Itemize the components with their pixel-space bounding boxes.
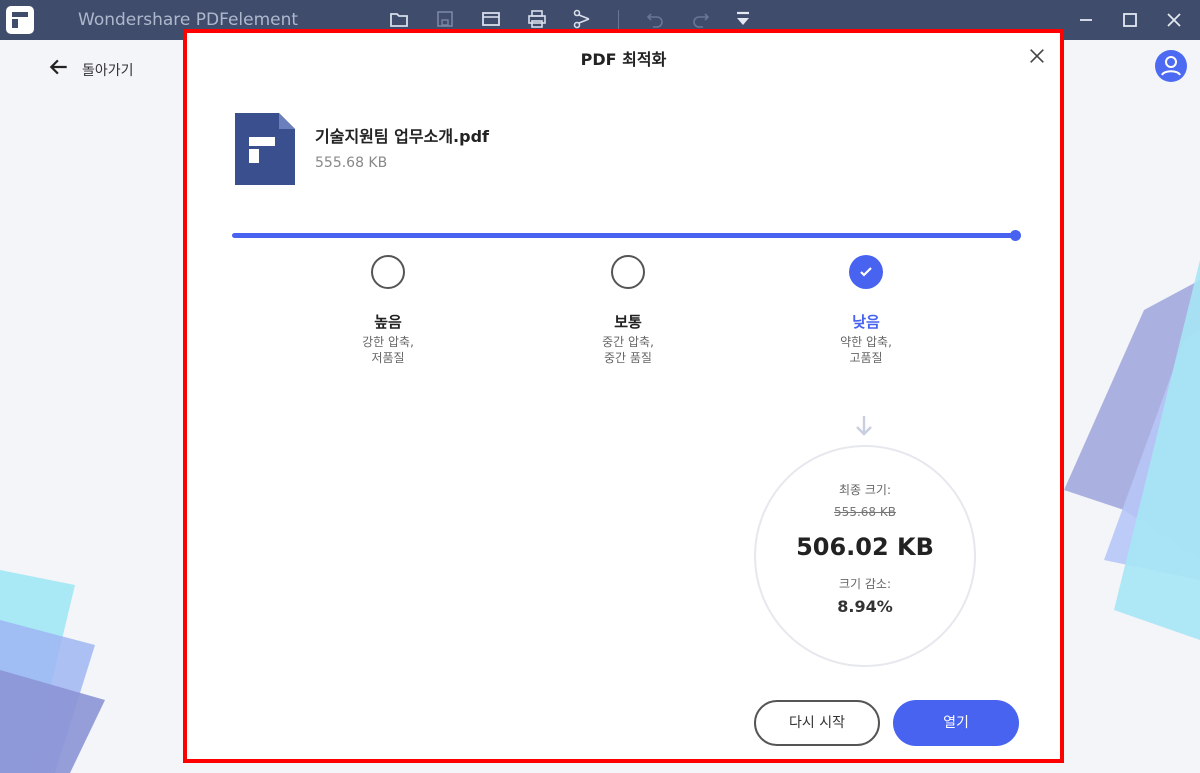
check-icon [860, 267, 872, 277]
result-summary: 최종 크기: 555.68 KB 506.02 KB 크기 감소: 8.94% [754, 445, 976, 667]
option-desc-line1: 강한 압축, [362, 335, 414, 349]
undo-icon[interactable] [644, 9, 666, 31]
share-icon[interactable] [572, 9, 594, 31]
final-size: 506.02 KB [796, 533, 934, 561]
size-reduction-label: 크기 감소: [838, 577, 892, 591]
open-button[interactable]: 열기 [893, 700, 1019, 746]
compression-slider-track[interactable] [232, 233, 1015, 238]
close-icon[interactable] [1024, 43, 1050, 69]
user-avatar-icon[interactable] [1155, 50, 1187, 82]
minimize-icon[interactable] [1072, 6, 1100, 34]
decorative-shapes-right [1064, 260, 1200, 640]
original-size: 555.68 KB [834, 505, 896, 519]
radio-high[interactable] [371, 255, 405, 289]
optimize-pdf-dialog: PDF 최적화 기술지원팀 업무소개.pdf 555.68 KB 높음 강한 압… [183, 29, 1064, 763]
app-title: Wondershare PDFelement [78, 10, 299, 30]
radio-medium[interactable] [611, 255, 645, 289]
maximize-icon[interactable] [1116, 6, 1144, 34]
back-link[interactable]: 돌아가기 [48, 56, 134, 83]
decorative-shapes-left [0, 570, 105, 773]
final-size-label: 최종 크기: [838, 483, 892, 497]
file-name: 기술지원팀 업무소개.pdf [315, 127, 489, 146]
file-size: 555.68 KB [315, 155, 388, 171]
app-logo-icon [6, 6, 34, 34]
back-label: 돌아가기 [82, 62, 134, 79]
print-icon[interactable] [526, 9, 548, 31]
window-close-icon[interactable] [1160, 6, 1188, 34]
redo-icon[interactable] [690, 9, 712, 31]
option-label: 높음 [374, 313, 402, 331]
compression-slider-handle[interactable] [1009, 230, 1021, 241]
toolbar-separator [618, 10, 619, 30]
size-reduction-percent: 8.94% [837, 597, 893, 616]
save-icon[interactable] [434, 9, 456, 31]
option-desc-line2: 저품질 [371, 351, 405, 365]
mail-icon[interactable] [480, 9, 502, 31]
radio-low-checked[interactable] [849, 255, 883, 289]
option-desc-line1: 약한 압축, [840, 335, 892, 349]
option-medium[interactable]: 보통 중간 압축, 중간 품질 [568, 255, 688, 366]
option-high[interactable]: 높음 강한 압축, 저품질 [328, 255, 448, 366]
arrow-down-icon [856, 416, 872, 436]
quick-access-dropdown-icon[interactable] [732, 9, 754, 31]
option-desc-line2: 중간 품질 [604, 351, 652, 365]
option-label: 낮음 [852, 313, 880, 331]
restart-button[interactable]: 다시 시작 [754, 700, 880, 746]
dialog-title: PDF 최적화 [580, 50, 667, 69]
option-desc-line1: 중간 압축, [602, 335, 654, 349]
pdf-file-icon [235, 113, 295, 185]
folder-icon[interactable] [388, 9, 410, 31]
option-desc-line2: 고품질 [849, 351, 883, 365]
arrow-left-icon [48, 56, 70, 83]
option-label: 보통 [614, 313, 642, 331]
option-low[interactable]: 낮음 약한 압축, 고품질 [806, 255, 926, 366]
